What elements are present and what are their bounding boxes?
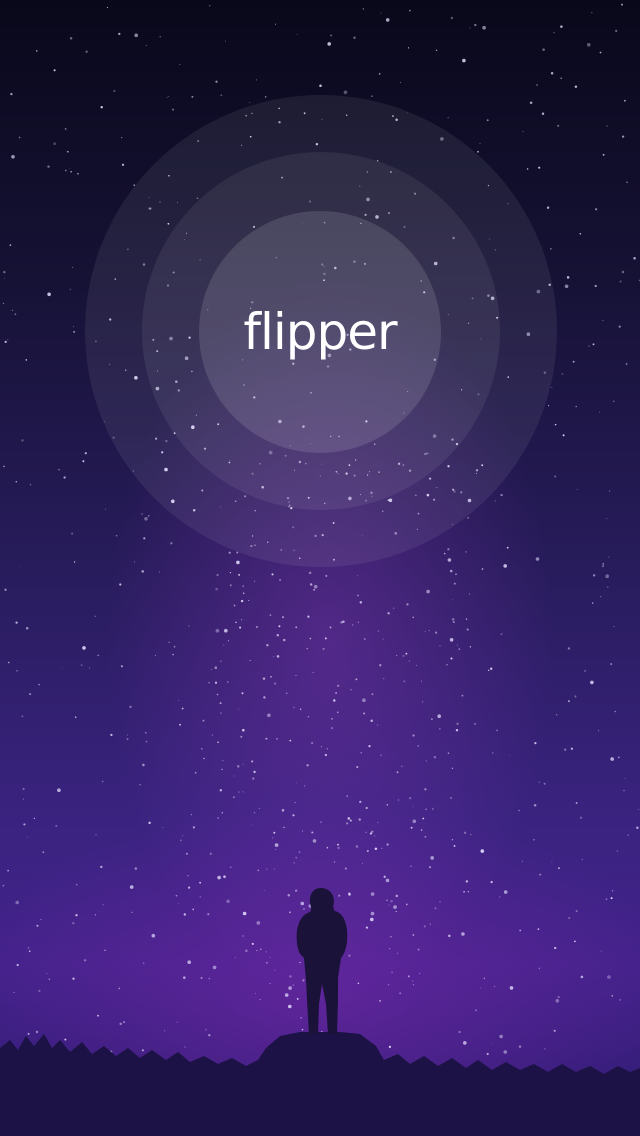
person-silhouette — [296, 888, 348, 1034]
splash-screen: flipper — [0, 0, 640, 1136]
horizon-silhouette — [0, 888, 640, 1136]
grass-line — [0, 1032, 640, 1136]
